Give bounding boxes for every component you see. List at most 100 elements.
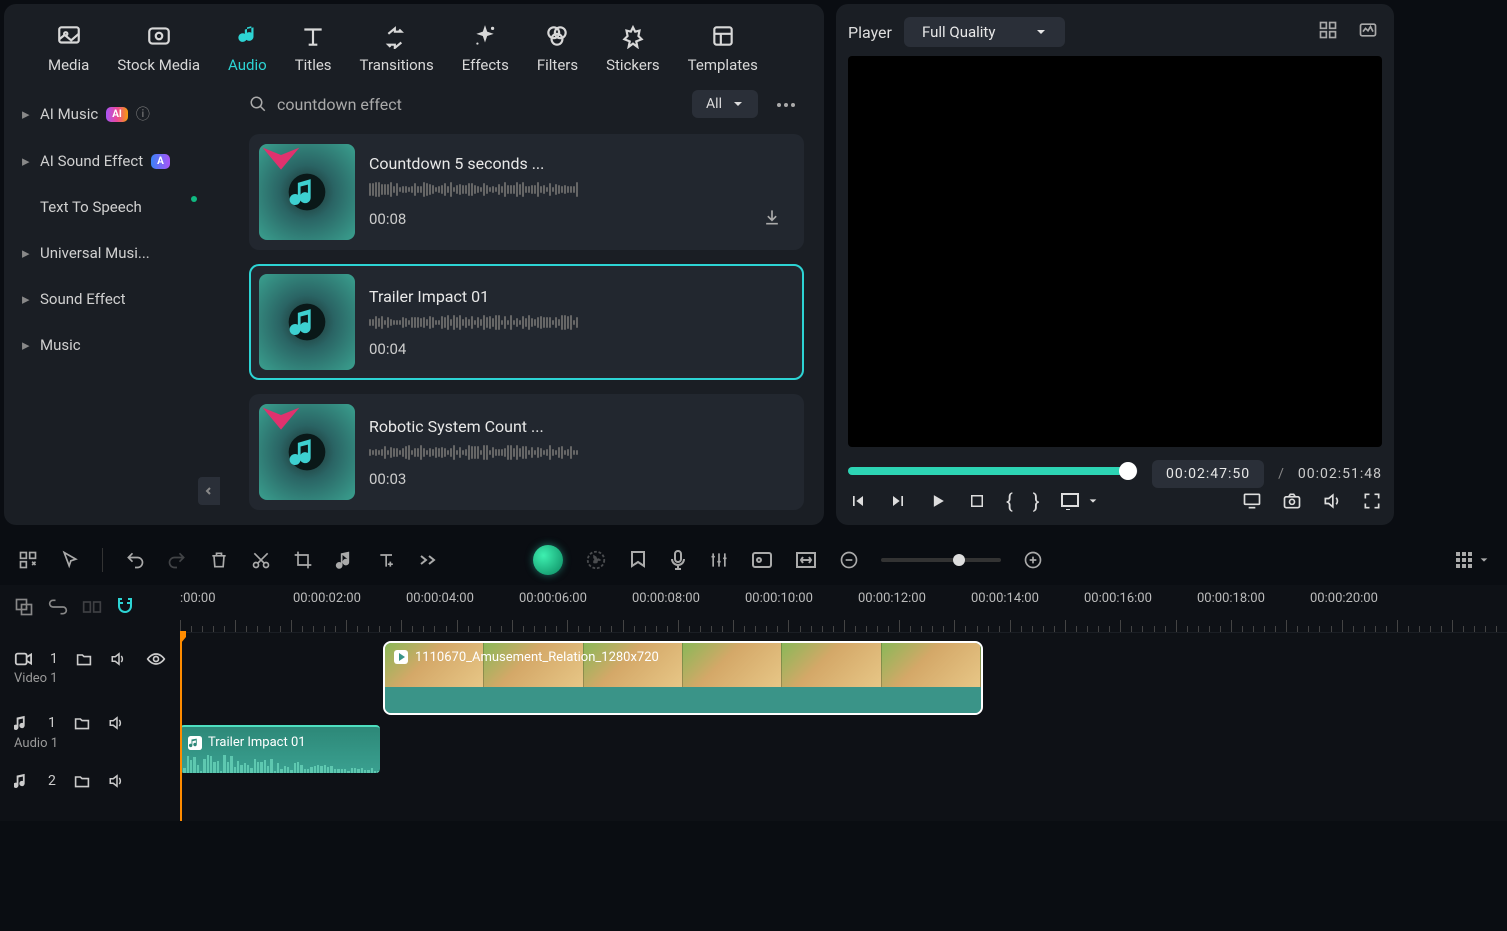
audio-mixer-button[interactable]: [709, 550, 729, 570]
audio-track-2[interactable]: [180, 781, 1507, 821]
audio-track-header-2[interactable]: 2: [0, 761, 180, 801]
sidebar-item-music[interactable]: ▸Music: [4, 322, 219, 368]
video-clip[interactable]: 1110670_Amusement_Relation_1280x720: [383, 641, 983, 715]
display-button[interactable]: [1242, 491, 1262, 511]
volume-button[interactable]: [1322, 491, 1342, 511]
apps-icon[interactable]: [18, 550, 38, 570]
video-preview[interactable]: [848, 56, 1382, 447]
play-button[interactable]: [928, 491, 948, 511]
audio-result-item[interactable]: Countdown 5 seconds ... 00:08: [249, 134, 804, 250]
step-forward-button[interactable]: [888, 491, 908, 511]
ai-assistant[interactable]: [533, 545, 563, 575]
waveform-preview: [369, 314, 794, 332]
audio-result-item[interactable]: Trailer Impact 01 00:04: [249, 264, 804, 380]
redo-button[interactable]: [167, 550, 187, 570]
render-button[interactable]: [585, 549, 607, 571]
ruler-mark: 00:00:02:00: [293, 591, 361, 606]
timeline-track-headers: 1 Video 1 1 Audio 1 2: [0, 585, 180, 821]
delete-button[interactable]: [209, 550, 229, 570]
ruler-mark: 00:00:08:00: [632, 591, 700, 606]
audio-track[interactable]: Trailer Impact 01: [180, 723, 1507, 781]
tab-audio[interactable]: Audio: [214, 22, 281, 74]
aspect-dropdown[interactable]: [1060, 492, 1098, 510]
crop-button[interactable]: [293, 550, 313, 570]
tab-stock-media[interactable]: Stock Media: [103, 22, 214, 74]
tab-effects[interactable]: Effects: [448, 22, 523, 74]
collapse-sidebar-button[interactable]: [198, 477, 220, 505]
cursor-tool[interactable]: [60, 550, 80, 570]
sidebar-item-ai-sound-effect[interactable]: ▸AI Sound EffectA: [4, 138, 219, 184]
track-options[interactable]: [1455, 551, 1489, 569]
magnet-icon[interactable]: [116, 597, 134, 621]
sidebar-item-tts[interactable]: Text To Speech: [4, 184, 219, 230]
info-icon[interactable]: ⓘ: [136, 104, 150, 124]
quality-dropdown[interactable]: Full Quality: [904, 17, 1065, 47]
chevron-right-icon: ▸: [22, 290, 32, 308]
tab-filters[interactable]: Filters: [523, 22, 592, 74]
tab-titles[interactable]: Titles: [281, 22, 346, 74]
link-icon[interactable]: [48, 599, 68, 619]
zoom-slider[interactable]: [881, 558, 1001, 562]
folder-icon[interactable]: [76, 651, 92, 667]
audio-clip[interactable]: Trailer Impact 01: [180, 725, 380, 773]
undo-button[interactable]: [125, 550, 145, 570]
tab-transitions[interactable]: Transitions: [346, 22, 448, 74]
more-menu[interactable]: [772, 92, 800, 116]
voiceover-button[interactable]: [669, 549, 687, 571]
zoom-out-button[interactable]: [839, 550, 859, 570]
ripple-icon[interactable]: [82, 599, 102, 619]
timeline-canvas[interactable]: :00:0000:00:02:0000:00:04:0000:00:06:000…: [180, 585, 1507, 821]
download-button[interactable]: [762, 207, 794, 231]
tab-templates[interactable]: Templates: [674, 22, 772, 74]
audio-track-header[interactable]: 1 Audio 1: [0, 703, 180, 761]
music-icon: [14, 714, 30, 732]
marker-button[interactable]: [629, 550, 647, 570]
audio-duration: 00:03: [369, 470, 406, 488]
folder-icon[interactable]: [74, 715, 90, 731]
media-panel: Media Stock Media Audio Titles Transitio…: [4, 4, 824, 525]
more-tools[interactable]: [419, 554, 439, 566]
speaker-icon[interactable]: [108, 715, 126, 731]
video-track[interactable]: 1110670_Amusement_Relation_1280x720: [180, 633, 1507, 723]
eye-icon[interactable]: [146, 652, 166, 666]
ruler-mark: 00:00:20:00: [1310, 591, 1378, 606]
zoom-in-button[interactable]: [1023, 550, 1043, 570]
audio-result-item[interactable]: Robotic System Count ... 00:03: [249, 394, 804, 510]
sparkle-icon: [471, 22, 499, 50]
scope-button[interactable]: [1354, 16, 1382, 48]
tab-media[interactable]: Media: [34, 22, 103, 74]
video-track-header[interactable]: 1 Video 1: [0, 633, 180, 703]
fit-button[interactable]: [795, 551, 817, 569]
audio-thumb: [259, 144, 355, 240]
play-icon: [393, 649, 409, 665]
add-track-icon[interactable]: [14, 597, 34, 621]
chevron-down-icon: [1035, 26, 1047, 38]
stop-button[interactable]: [968, 492, 986, 510]
sidebar-item-universal-music[interactable]: ▸Universal Musi...: [4, 230, 219, 276]
total-time: 00:02:51:48: [1298, 466, 1382, 482]
speed-button[interactable]: [335, 550, 355, 570]
ruler-mark: 00:00:12:00: [858, 591, 926, 606]
fullscreen-button[interactable]: [1362, 491, 1382, 511]
timeline-ruler[interactable]: :00:0000:00:02:0000:00:04:0000:00:06:000…: [180, 585, 1507, 633]
snapshot-button[interactable]: [1282, 491, 1302, 511]
search-input[interactable]: countdown effect: [249, 95, 678, 114]
sidebar-item-sound-effect[interactable]: ▸Sound Effect: [4, 276, 219, 322]
playback-scrubber[interactable]: [848, 467, 1138, 475]
tab-stickers[interactable]: Stickers: [592, 22, 674, 74]
mark-in-button[interactable]: {: [1006, 489, 1013, 513]
cut-button[interactable]: [251, 550, 271, 570]
step-back-button[interactable]: [848, 491, 868, 511]
stickers-icon: [619, 22, 647, 50]
filter-dropdown[interactable]: All: [692, 90, 758, 118]
speaker-icon[interactable]: [110, 651, 128, 667]
adjust-button[interactable]: [751, 551, 773, 569]
mark-out-button[interactable]: }: [1033, 489, 1040, 513]
current-time[interactable]: 00:02:47:50: [1152, 460, 1264, 488]
speaker-icon[interactable]: [108, 773, 126, 789]
folder-icon[interactable]: [74, 773, 90, 789]
text-button[interactable]: [377, 550, 397, 570]
grid-view-button[interactable]: [1314, 16, 1342, 48]
track-name: Video 1: [14, 671, 166, 686]
sidebar-item-ai-music[interactable]: ▸AI MusicAIⓘ: [4, 90, 219, 138]
